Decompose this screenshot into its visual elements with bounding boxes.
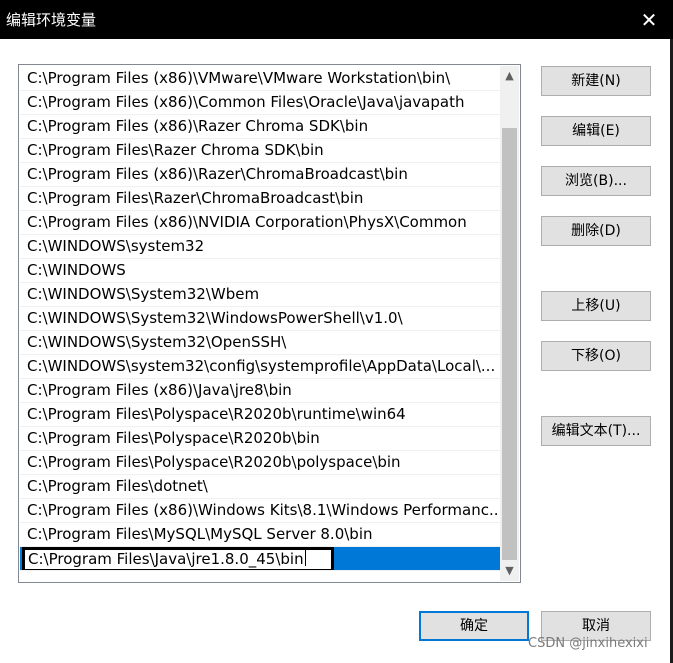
vertical-scrollbar[interactable]: ▲ ▼ — [500, 66, 519, 581]
path-list-item[interactable]: C:\Program Files\Polyspace\R2020b\polysp… — [20, 451, 501, 475]
path-list-item[interactable]: C:\Program Files\Polyspace\R2020b\runtim… — [20, 403, 501, 427]
path-list-item[interactable]: C:\Program Files (x86)\Common Files\Orac… — [20, 91, 501, 115]
path-list-item[interactable]: C:\WINDOWS\system32\config\systemprofile… — [20, 355, 501, 379]
title-bar: 编辑环境变量 ✕ — [0, 0, 673, 39]
path-list-item[interactable]: C:\Program Files\Polyspace\R2020b\bin — [20, 427, 501, 451]
browse-button[interactable]: 浏览(B)... — [541, 166, 651, 196]
delete-button[interactable]: 删除(D) — [541, 216, 651, 246]
close-icon[interactable]: ✕ — [634, 6, 664, 34]
path-list-item[interactable]: C:\WINDOWS\system32 — [20, 235, 501, 259]
path-list-item[interactable]: C:\WINDOWS\System32\WindowsPowerShell\v1… — [20, 307, 501, 331]
path-list-item[interactable]: C:\Program Files\MySQL\MySQL Server 8.0\… — [20, 523, 501, 547]
path-list-item[interactable]: C:\Program Files\dotnet\ — [20, 475, 501, 499]
path-edit-input[interactable]: C:\Program Files\Java\jre1.8.0_45\bin — [22, 547, 334, 570]
path-list-rows: C:\Program Files (x86)\VMware\VMware Wor… — [20, 67, 501, 571]
scroll-thumb[interactable] — [502, 128, 517, 560]
path-list-item[interactable]: C:\Program Files\Razer\ChromaBroadcast\b… — [20, 187, 501, 211]
edit-button[interactable]: 编辑(E) — [541, 116, 651, 146]
path-list-item[interactable]: C:\Program Files (x86)\NVIDIA Corporatio… — [20, 211, 501, 235]
path-list-item[interactable]: C:\WINDOWS\System32\OpenSSH\ — [20, 331, 501, 355]
scroll-up-arrow-icon[interactable]: ▲ — [500, 66, 519, 86]
scroll-down-arrow-icon[interactable]: ▼ — [500, 561, 519, 581]
edit-text-button[interactable]: 编辑文本(T)... — [541, 416, 651, 446]
path-edit-value: C:\Program Files\Java\jre1.8.0_45\bin — [28, 550, 304, 568]
path-list-item[interactable]: C:\Program Files\Razer Chroma SDK\bin — [20, 139, 501, 163]
ok-button[interactable]: 确定 — [419, 611, 529, 641]
move-down-button[interactable]: 下移(O) — [541, 341, 651, 371]
path-list-item[interactable]: C:\WINDOWS — [20, 259, 501, 283]
edit-environment-variable-dialog: 编辑环境变量 ✕ C:\Program Files (x86)\VMware\V… — [0, 0, 673, 663]
path-list-item[interactable]: C:\Program Files (x86)\VMware\VMware Wor… — [20, 67, 501, 91]
path-list-item[interactable]: C:\Program Files (x86)\Razer Chroma SDK\… — [20, 115, 501, 139]
path-list-item[interactable]: C:\Program Files (x86)\Java\jre8\bin — [20, 379, 501, 403]
text-caret — [304, 550, 306, 566]
path-list-item[interactable]: C:\WINDOWS\System32\Wbem — [20, 283, 501, 307]
path-list-item-selected[interactable]: C:\Program Files\Java\jre1.8.0_45\bin — [20, 547, 501, 571]
new-button[interactable]: 新建(N) — [541, 66, 651, 96]
path-list[interactable]: C:\Program Files (x86)\VMware\VMware Wor… — [18, 64, 521, 583]
path-list-item[interactable]: C:\Program Files (x86)\Razer\ChromaBroad… — [20, 163, 501, 187]
move-up-button[interactable]: 上移(U) — [541, 291, 651, 321]
window-title: 编辑环境变量 — [6, 11, 97, 29]
watermark: CSDN @jinxihexixi — [528, 636, 648, 651]
path-list-item[interactable]: C:\Program Files (x86)\Windows Kits\8.1\… — [20, 499, 501, 523]
